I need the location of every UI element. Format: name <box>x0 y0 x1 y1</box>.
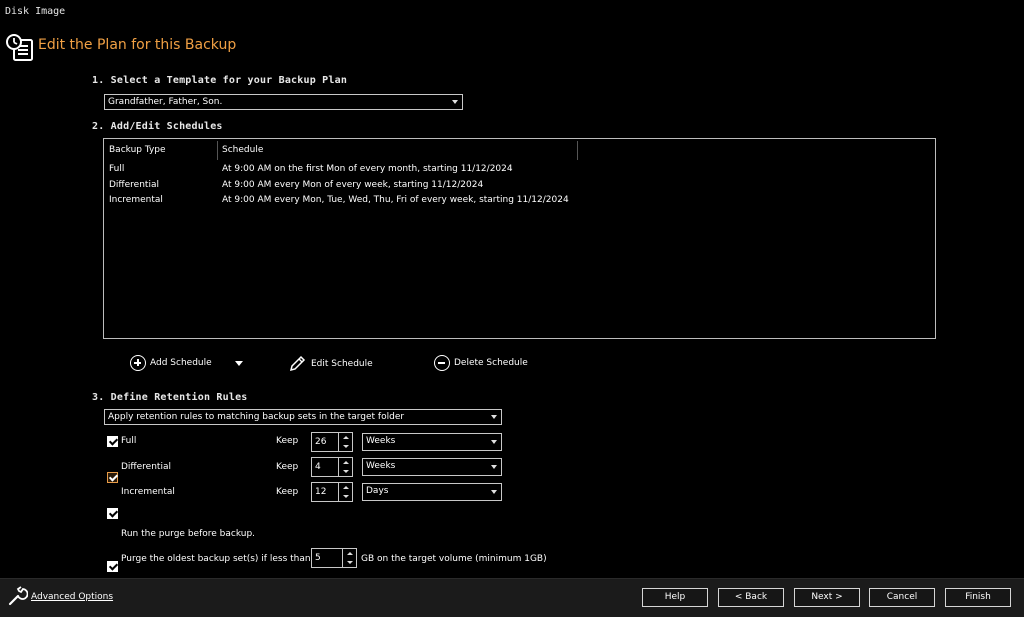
add-schedule-label: Add Schedule <box>150 358 212 368</box>
incremental-unit-dropdown[interactable]: Days <box>362 483 502 501</box>
edit-schedule-button[interactable]: Edit Schedule <box>288 354 373 373</box>
chevron-down-icon <box>491 465 497 469</box>
full-label: Full <box>121 436 137 446</box>
down-arrow-icon[interactable] <box>343 445 349 448</box>
differential-unit-value: Weeks <box>366 461 396 471</box>
incremental-label: Incremental <box>121 487 175 497</box>
full-keep-value: 26 <box>315 437 327 447</box>
retention-mode-value: Apply retention rules to matching backup… <box>108 412 405 422</box>
differential-checkbox[interactable] <box>107 472 118 483</box>
row-schedule-incremental[interactable]: At 9:00 AM every Mon, Tue, Wed, Thu, Fri… <box>222 195 569 205</box>
row-type-full[interactable]: Full <box>109 164 124 174</box>
chevron-down-icon <box>491 490 497 494</box>
backup-plan-icon <box>6 34 33 61</box>
purge-threshold-value: 5 <box>315 553 321 563</box>
page-title: Edit the Plan for this Backup <box>38 37 237 53</box>
up-arrow-icon[interactable] <box>343 461 349 464</box>
delete-schedule-button[interactable]: Delete Schedule <box>434 355 528 371</box>
full-unit-value: Weeks <box>366 436 396 446</box>
pencil-icon <box>289 355 306 372</box>
next-button[interactable]: Next > <box>794 588 860 607</box>
template-dropdown[interactable]: Grandfather, Father, Son. <box>104 94 463 110</box>
chevron-down-icon <box>452 100 458 104</box>
column-header-schedule[interactable]: Schedule <box>217 139 577 162</box>
purge-before-label: Run the purge before backup. <box>121 529 256 539</box>
differential-label: Differential <box>121 462 171 472</box>
up-arrow-icon[interactable] <box>343 436 349 439</box>
differential-unit-dropdown[interactable]: Weeks <box>362 458 502 476</box>
section-heading-schedules: 2. Add/Edit Schedules <box>92 121 223 132</box>
keep-label: Keep <box>276 487 299 497</box>
incremental-unit-value: Days <box>366 486 389 496</box>
down-arrow-icon[interactable] <box>343 470 349 473</box>
plus-circle-icon <box>130 355 146 371</box>
delete-schedule-label: Delete Schedule <box>454 358 528 368</box>
stepper-arrows[interactable] <box>338 483 352 501</box>
full-unit-dropdown[interactable]: Weeks <box>362 433 502 451</box>
add-schedule-dropdown-icon[interactable] <box>235 361 243 366</box>
cancel-button[interactable]: Cancel <box>869 588 935 607</box>
row-schedule-full[interactable]: At 9:00 AM on the first Mon of every mon… <box>222 164 513 174</box>
stepper-arrows[interactable] <box>342 549 356 567</box>
stepper-arrows[interactable] <box>338 458 352 476</box>
differential-keep-stepper[interactable]: 4 <box>311 457 353 477</box>
down-arrow-icon[interactable] <box>347 561 353 564</box>
incremental-checkbox[interactable] <box>107 508 118 519</box>
row-schedule-differential[interactable]: At 9:00 AM every Mon of every week, star… <box>222 180 483 190</box>
stepper-arrows[interactable] <box>338 433 352 451</box>
up-arrow-icon[interactable] <box>347 552 353 555</box>
finish-button[interactable]: Finish <box>945 588 1011 607</box>
purge-oldest-suffix: GB on the target volume (minimum 1GB) <box>361 554 547 564</box>
chevron-down-icon <box>491 415 497 419</box>
down-arrow-icon[interactable] <box>343 495 349 498</box>
differential-keep-value: 4 <box>315 462 321 472</box>
keep-label: Keep <box>276 462 299 472</box>
help-button[interactable]: Help <box>642 588 708 607</box>
schedule-list[interactable]: Backup Type Schedule Full At 9:00 AM on … <box>103 138 936 339</box>
row-type-differential[interactable]: Differential <box>109 180 159 190</box>
edit-schedule-label: Edit Schedule <box>311 358 373 369</box>
window-title: Disk Image <box>5 6 66 17</box>
section-heading-template: 1. Select a Template for your Backup Pla… <box>92 75 348 86</box>
purge-oldest-label: Purge the oldest backup set(s) if less t… <box>121 554 311 564</box>
section-heading-retention: 3. Define Retention Rules <box>92 392 248 403</box>
full-keep-stepper[interactable]: 26 <box>311 432 353 452</box>
back-button[interactable]: < Back <box>718 588 784 607</box>
incremental-keep-stepper[interactable]: 12 <box>311 482 353 502</box>
wrench-icon[interactable] <box>6 585 28 607</box>
purge-before-checkbox[interactable] <box>107 561 118 572</box>
purge-threshold-stepper[interactable]: 5 <box>311 548 357 568</box>
add-schedule-button[interactable]: Add Schedule <box>130 355 212 371</box>
advanced-options-link[interactable]: Advanced Options <box>31 592 113 602</box>
retention-mode-dropdown[interactable]: Apply retention rules to matching backup… <box>104 409 502 425</box>
template-dropdown-value: Grandfather, Father, Son. <box>108 97 223 107</box>
incremental-keep-value: 12 <box>315 487 327 497</box>
up-arrow-icon[interactable] <box>343 486 349 489</box>
column-header-backup-type[interactable]: Backup Type <box>104 139 217 162</box>
chevron-down-icon <box>491 440 497 444</box>
full-checkbox[interactable] <box>107 436 118 447</box>
column-divider[interactable] <box>577 141 578 160</box>
minus-circle-icon <box>434 355 450 371</box>
keep-label: Keep <box>276 436 299 446</box>
row-type-incremental[interactable]: Incremental <box>109 195 163 205</box>
